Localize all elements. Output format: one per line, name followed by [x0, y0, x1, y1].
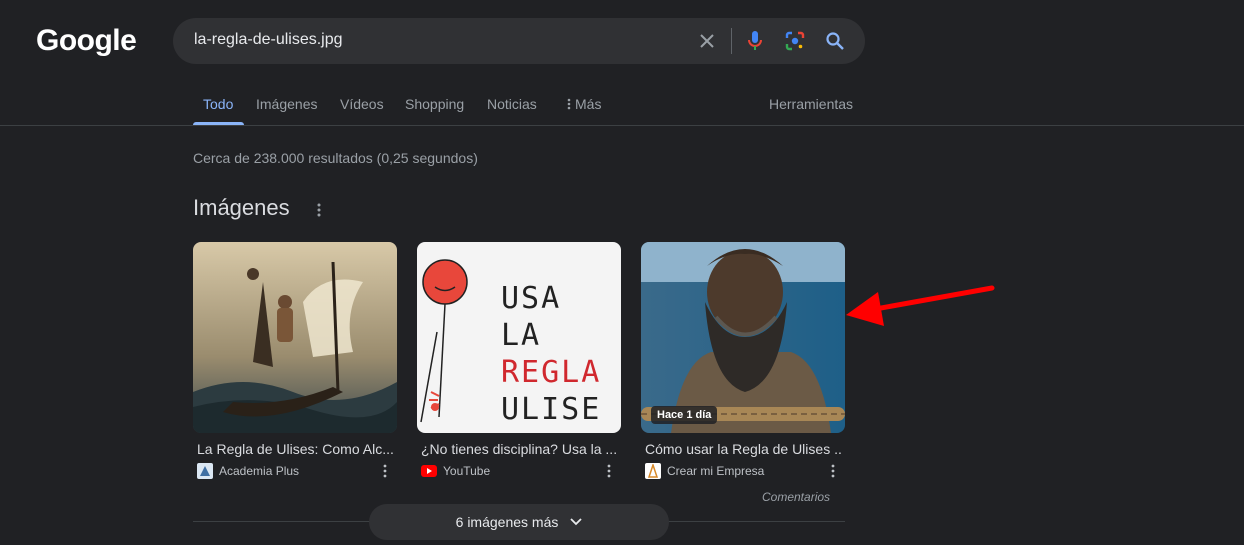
- chevron-down-icon: [570, 518, 582, 526]
- academia-plus-favicon: [197, 463, 213, 479]
- more-images-button[interactable]: 6 imágenes más: [369, 504, 669, 540]
- feedback-link[interactable]: Comentarios: [762, 490, 830, 504]
- source-name: Academia Plus: [219, 464, 300, 478]
- image-card-title[interactable]: Cómo usar la Regla de Ulises ...: [645, 441, 841, 457]
- image-card: USA LA REGLA ULISE ¿No tienes disciplina…: [417, 242, 621, 479]
- tab-mas[interactable]: Más: [565, 96, 601, 112]
- source-name: YouTube: [443, 464, 491, 478]
- red-arrow-icon: [840, 280, 1000, 335]
- crear-mi-empresa-favicon: [645, 463, 661, 479]
- image-card: Hace 1 día Cómo usar la Regla de Ulises …: [641, 242, 845, 479]
- search-divider: [731, 28, 732, 54]
- search-box[interactable]: la-regla-de-ulises.jpg: [173, 18, 865, 64]
- thumb-text-line-2: REGLA: [501, 355, 602, 390]
- search-input[interactable]: la-regla-de-ulises.jpg: [194, 31, 343, 49]
- tab-todo[interactable]: Todo: [203, 96, 233, 112]
- image-card-source[interactable]: Crear mi Empresa: [645, 463, 845, 479]
- header-divider: [0, 125, 1244, 126]
- tools-button[interactable]: Herramientas: [769, 96, 853, 112]
- image-card-title[interactable]: ¿No tienes disciplina? Usa la ...: [421, 441, 617, 457]
- close-icon[interactable]: [695, 29, 719, 53]
- image-thumbnail[interactable]: Hace 1 día: [641, 242, 845, 433]
- youtube-icon: [421, 463, 437, 479]
- time-badge: Hace 1 día: [651, 406, 718, 424]
- thumb-text-line-1: USA LA: [501, 281, 562, 353]
- tab-noticias[interactable]: Noticias: [487, 96, 537, 112]
- lens-icon[interactable]: [783, 29, 807, 53]
- image-card: La Regla de Ulises: Como Alc... Academia…: [193, 242, 397, 479]
- more-vert-icon: [567, 98, 571, 110]
- search-icon[interactable]: [823, 29, 847, 53]
- thumb-text-line-3: ULISE: [501, 392, 602, 427]
- image-thumbnail[interactable]: [193, 242, 397, 433]
- google-logo[interactable]: Google: [36, 24, 137, 58]
- tab-videos[interactable]: Vídeos: [340, 96, 384, 112]
- image-card-source[interactable]: YouTube: [421, 463, 621, 479]
- image-card-title[interactable]: La Regla de Ulises: Como Alc...: [197, 441, 393, 457]
- section-more-icon[interactable]: [313, 199, 325, 221]
- source-name: Crear mi Empresa: [667, 464, 765, 478]
- more-vert-icon[interactable]: [377, 463, 393, 479]
- images-section-title: Imágenes: [193, 195, 290, 220]
- more-vert-icon[interactable]: [825, 463, 841, 479]
- result-stats: Cerca de 238.000 resultados (0,25 segund…: [193, 150, 478, 166]
- image-card-source[interactable]: Academia Plus: [197, 463, 397, 479]
- microphone-icon[interactable]: [743, 29, 767, 53]
- tab-shopping[interactable]: Shopping: [405, 96, 464, 112]
- tab-imagenes[interactable]: Imágenes: [256, 96, 317, 112]
- tab-mas-label: Más: [575, 96, 602, 112]
- more-vert-icon[interactable]: [601, 463, 617, 479]
- more-images-label: 6 imágenes más: [455, 514, 559, 530]
- image-thumbnail[interactable]: USA LA REGLA ULISE: [417, 242, 621, 433]
